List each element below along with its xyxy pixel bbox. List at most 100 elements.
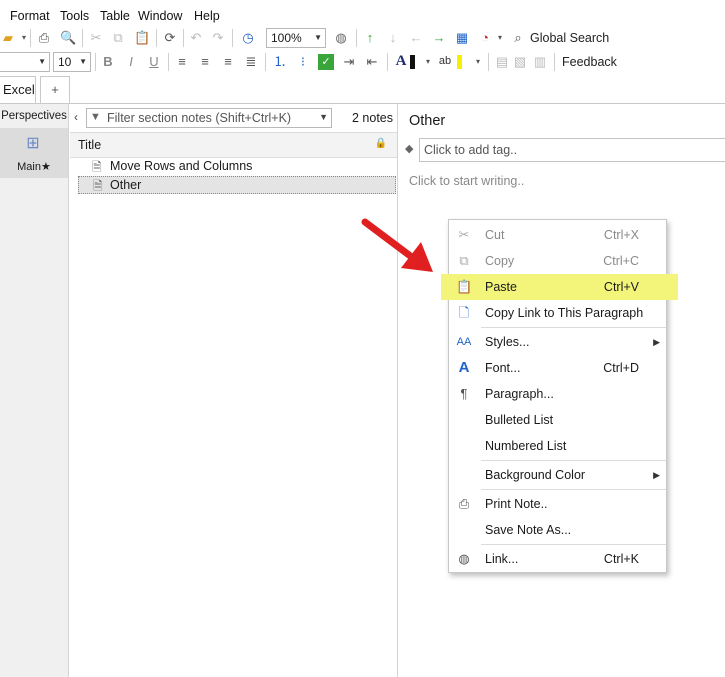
printer-icon: ⎙ <box>458 496 470 511</box>
toolbar-separator <box>387 53 388 71</box>
style-icon[interactable]: ▥ <box>532 54 548 70</box>
chevron-down-icon[interactable]: ▼ <box>319 112 328 122</box>
menu-help[interactable]: Help <box>194 9 220 23</box>
chevron-down-icon: ▼ <box>79 57 87 66</box>
undo-icon[interactable]: ↶ <box>188 30 204 46</box>
paragraph-link-icon: 🗋 <box>458 305 470 320</box>
align-left-icon[interactable]: ≡ <box>174 54 190 70</box>
context-menu: ✂ Cut Ctrl+X ⧉ Copy Ctrl+C 📋 Paste Ctrl+… <box>441 219 678 573</box>
hierarchy-icon: ⊞ <box>26 135 40 152</box>
menu-format[interactable]: Format <box>10 9 50 23</box>
title-column-header[interactable]: Title 🔒 <box>70 132 397 158</box>
menu-item-label: Font... <box>485 361 521 375</box>
checkbox-icon[interactable]: ✓ <box>318 54 334 70</box>
menu-item-label: Styles... <box>485 335 530 349</box>
move-left-icon[interactable]: ← <box>408 30 424 46</box>
reminder-icon[interactable]: ◔ <box>477 30 493 46</box>
font-color-button[interactable]: A <box>393 53 409 69</box>
italic-button[interactable]: I <box>123 54 139 70</box>
font-size-combo[interactable]: 10 ▼ <box>53 52 91 72</box>
font-color-dropdown-icon[interactable]: ▾ <box>420 54 436 70</box>
feedback-button[interactable]: Feedback <box>562 55 617 69</box>
font-family-combo[interactable]: ▼ <box>0 52 50 72</box>
menu-item-shortcut: Ctrl+C <box>603 254 639 268</box>
filter-placeholder: Filter section notes (Shift+Ctrl+K) <box>107 111 292 125</box>
sync-icon[interactable]: ⟳ <box>162 30 178 46</box>
note-page-icon: 🗎 <box>93 179 103 193</box>
note-row-selected[interactable]: 🗎 Other <box>78 176 396 194</box>
numbered-list-icon[interactable]: ⒈ <box>272 54 288 70</box>
perspective-main[interactable]: ⊞ Main★ <box>0 128 68 178</box>
note-body-placeholder[interactable]: Click to start writing.. <box>409 174 524 188</box>
tag-input[interactable]: Click to add tag.. <box>419 138 725 162</box>
move-up-icon[interactable]: ↑ <box>362 30 378 46</box>
highlight-dropdown-icon[interactable]: ▾ <box>470 54 486 70</box>
notes-count: 2 notes <box>351 111 393 125</box>
highlight-button[interactable]: ab <box>437 53 453 69</box>
print-icon[interactable]: ⎙ <box>36 30 52 46</box>
note-title-heading[interactable]: Other <box>409 113 445 129</box>
copy-icon[interactable]: ⧉ <box>110 30 126 46</box>
reminder-dropdown-icon[interactable]: ▾ <box>492 30 508 46</box>
menu-item-bulleted-list[interactable]: Bulleted List <box>449 407 666 433</box>
history-icon[interactable]: ◷ <box>240 30 256 46</box>
align-center-icon[interactable]: ≡ <box>197 54 213 70</box>
menu-item-label: Background Color <box>485 468 586 482</box>
print-preview-icon[interactable]: 🔍 <box>60 30 76 46</box>
menu-item-link[interactable]: ◍ Link... Ctrl+K <box>449 546 666 572</box>
menu-item-label: Paste <box>485 280 517 294</box>
menu-item-font[interactable]: A Font... Ctrl+D <box>449 355 666 381</box>
indent-icon[interactable]: ⇥ <box>341 54 357 70</box>
note-row[interactable]: 🗎 Move Rows and Columns <box>78 157 396 175</box>
open-folder-icon[interactable]: ▰ <box>0 30 16 46</box>
align-right-icon[interactable]: ≡ <box>220 54 236 70</box>
menu-item-numbered-list[interactable]: Numbered List <box>449 433 666 459</box>
toolbar-separator <box>554 53 555 71</box>
outdent-icon[interactable]: ⇤ <box>364 54 380 70</box>
menu-item-shortcut: Ctrl+V <box>603 280 639 294</box>
perspective-main-label: Main★ <box>17 161 51 173</box>
tab-excel[interactable]: Excel <box>0 76 36 103</box>
menu-item-label: Cut <box>485 228 505 242</box>
chevron-down-icon: ▼ <box>38 57 46 66</box>
web-link-icon[interactable]: ◍ <box>333 30 349 46</box>
menu-item-save-note-as[interactable]: Save Note As... <box>449 517 666 543</box>
redo-icon[interactable]: ↷ <box>210 30 226 46</box>
menu-item-copy-link[interactable]: 🗋 Copy Link to This Paragraph <box>449 300 666 326</box>
title-column-label: Title <box>78 138 102 152</box>
add-tab-button[interactable]: + <box>40 76 70 103</box>
menu-item-paragraph[interactable]: ¶ Paragraph... <box>449 381 666 407</box>
menu-table[interactable]: Table <box>100 9 130 23</box>
menu-item-print-note[interactable]: ⎙ Print Note.. <box>449 491 666 517</box>
move-right-icon[interactable]: → <box>431 30 447 46</box>
filter-notes-input[interactable]: ▼ Filter section notes (Shift+Ctrl+K) ▼ <box>86 108 332 128</box>
format-painter-icon[interactable]: ▧ <box>512 54 528 70</box>
menu-item-styles[interactable]: AA Styles... ▶ <box>449 329 666 355</box>
toolbar-separator <box>265 53 266 71</box>
toolbar-separator <box>488 53 489 71</box>
menu-item-paste[interactable]: 📋 Paste Ctrl+V <box>449 274 666 300</box>
bulleted-list-icon[interactable]: ⁝ <box>295 54 311 70</box>
menu-window[interactable]: Window <box>138 9 182 23</box>
menu-tools[interactable]: Tools <box>60 9 89 23</box>
underline-button[interactable]: U <box>146 54 162 70</box>
menu-item-shortcut: Ctrl+K <box>603 552 639 566</box>
cut-icon[interactable]: ✂ <box>88 30 104 46</box>
menu-item-copy[interactable]: ⧉ Copy Ctrl+C <box>449 248 666 274</box>
menu-item-background-color[interactable]: Background Color ▶ <box>449 462 666 488</box>
bold-button[interactable]: B <box>100 54 116 70</box>
paste-icon[interactable]: 📋 <box>134 30 150 46</box>
zoom-combo[interactable]: 100% ▼ <box>266 28 326 48</box>
justify-icon[interactable]: ≣ <box>243 54 259 70</box>
global-search-button[interactable]: Global Search <box>530 31 609 45</box>
clear-format-icon[interactable]: ▤ <box>494 54 510 70</box>
table-icon[interactable]: ▦ <box>454 30 470 46</box>
red-arrow-annotation <box>361 218 433 272</box>
toolbar-separator <box>168 53 169 71</box>
toolbar-separator <box>183 29 184 47</box>
global-search-icon[interactable]: ⌕ <box>510 30 526 46</box>
menu-item-cut[interactable]: ✂ Cut Ctrl+X <box>449 222 666 248</box>
move-down-icon[interactable]: ↓ <box>385 30 401 46</box>
zoom-value: 100% <box>271 31 302 45</box>
collapse-chevron-icon[interactable]: ‹ <box>74 110 78 124</box>
